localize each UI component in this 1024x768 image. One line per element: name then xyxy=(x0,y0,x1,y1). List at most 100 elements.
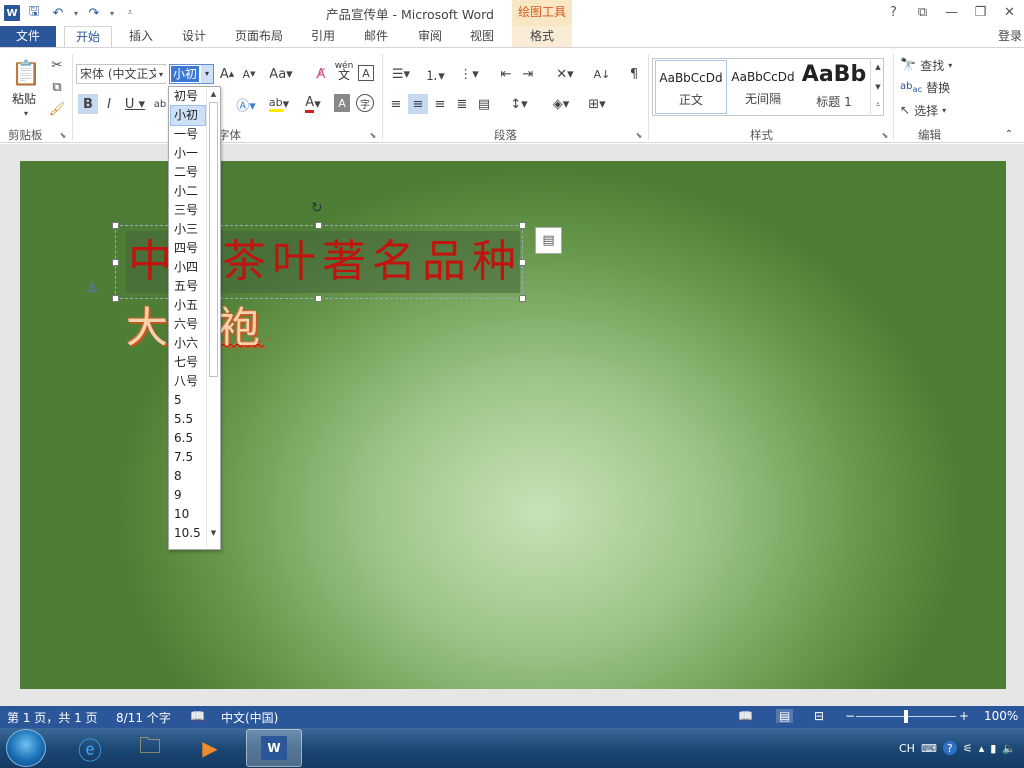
decrease-indent-icon[interactable]: ⇤ xyxy=(496,64,516,84)
font-size-option[interactable]: 二号 xyxy=(171,163,205,182)
read-mode-icon[interactable]: 📖 xyxy=(738,709,753,723)
styles-launcher-icon[interactable]: ⬊ xyxy=(880,130,890,140)
font-size-option[interactable]: 七号 xyxy=(171,353,205,372)
font-size-option-selected[interactable]: 小初 xyxy=(170,105,206,126)
bold-icon[interactable]: B xyxy=(78,94,98,114)
align-right-icon[interactable]: ≡ xyxy=(430,94,450,114)
find-button[interactable]: 🔭 查找 ▾ xyxy=(900,56,952,74)
underline-icon[interactable]: U ▾ xyxy=(122,94,148,114)
tab-design[interactable]: 设计 xyxy=(174,26,214,48)
sort-icon[interactable]: A↓ xyxy=(592,64,612,84)
print-layout-icon[interactable]: ▤ xyxy=(776,709,794,723)
strikethrough-icon[interactable]: ab xyxy=(152,94,168,114)
paste-button[interactable]: 粘贴 xyxy=(12,90,36,107)
style-normal[interactable]: AaBbCcDd 正文 xyxy=(655,60,727,114)
resize-handle-n[interactable] xyxy=(315,222,322,229)
increase-indent-icon[interactable]: ⇥ xyxy=(518,64,538,84)
dropdown-scrollbar[interactable]: ▲ ▼ xyxy=(206,88,219,548)
chinese-layout-icon[interactable]: ✕▾ xyxy=(550,64,580,84)
numbering-icon[interactable]: ⒈▾ xyxy=(420,64,450,84)
web-layout-icon[interactable]: ⊟ xyxy=(814,709,824,723)
proofing-icon[interactable]: 📖 xyxy=(190,709,205,723)
file-explorer-icon[interactable]: 🗀 xyxy=(122,729,178,767)
rotate-handle-icon[interactable]: ↻ xyxy=(311,200,323,216)
input-language[interactable]: CH xyxy=(899,742,915,755)
redo-dropdown-icon[interactable]: ▾ xyxy=(108,3,116,23)
internet-explorer-icon[interactable]: ⓔ xyxy=(62,729,118,767)
styles-up-icon[interactable]: ▲ xyxy=(872,60,884,74)
font-size-dropdown-icon[interactable]: ▾ xyxy=(201,65,213,83)
font-size-option[interactable]: 六号 xyxy=(171,315,205,334)
font-size-option[interactable]: 四号 xyxy=(171,239,205,258)
resize-handle-s[interactable] xyxy=(315,295,322,302)
paste-dropdown-icon[interactable]: ▾ xyxy=(20,108,32,118)
resize-handle-nw[interactable] xyxy=(112,222,119,229)
justify-icon[interactable]: ≣ xyxy=(452,94,472,114)
style-heading-1[interactable]: AaBb 标题 1 xyxy=(799,60,869,114)
word-app-icon[interactable]: W xyxy=(4,5,20,21)
login-link[interactable]: 登录 xyxy=(998,26,1022,46)
undo-icon[interactable]: ↶ xyxy=(48,3,68,23)
styles-down-icon[interactable]: ▼ xyxy=(872,80,884,94)
highlight-color-icon[interactable]: ab ▾ xyxy=(264,94,294,114)
clear-formatting-icon[interactable]: A̸ xyxy=(312,64,330,84)
tab-references[interactable]: 引用 xyxy=(304,26,342,48)
font-size-option[interactable]: 5.5 xyxy=(171,410,205,429)
tab-format[interactable]: 格式 xyxy=(512,26,572,48)
keyboard-icon[interactable]: ⌨ xyxy=(921,742,937,755)
paste-icon[interactable]: 📋 xyxy=(10,58,42,88)
font-size-option[interactable]: 三号 xyxy=(171,201,205,220)
undo-dropdown-icon[interactable]: ▾ xyxy=(72,3,80,23)
word-count[interactable]: 8/11 个字 xyxy=(116,709,171,726)
font-size-option[interactable]: 6.5 xyxy=(171,429,205,448)
font-size-option[interactable]: 小三 xyxy=(171,220,205,239)
restore-icon[interactable]: ❐ xyxy=(966,0,995,24)
font-launcher-icon[interactable]: ⬊ xyxy=(368,130,378,140)
tab-mailings[interactable]: 邮件 xyxy=(356,26,396,48)
zoom-slider-thumb[interactable] xyxy=(904,710,908,723)
save-icon[interactable]: 🖫 xyxy=(24,3,44,23)
character-shading-icon[interactable]: A xyxy=(334,94,350,112)
zoom-out-icon[interactable]: − xyxy=(845,709,855,723)
word-taskbar-icon[interactable]: W xyxy=(246,729,302,767)
font-size-option[interactable]: 小四 xyxy=(171,258,205,277)
paragraph-launcher-icon[interactable]: ⬊ xyxy=(634,130,644,140)
phonetic-guide-icon[interactable]: wén 文 xyxy=(334,62,354,84)
resize-handle-w[interactable] xyxy=(112,259,119,266)
font-color-icon[interactable]: A ▾ xyxy=(298,94,328,114)
font-size-option[interactable]: 10.5 xyxy=(171,524,205,543)
font-size-option[interactable]: 10 xyxy=(171,505,205,524)
line-spacing-icon[interactable]: ↕▾ xyxy=(504,94,534,114)
collapse-ribbon-icon[interactable]: ⌃ xyxy=(1002,128,1016,140)
align-center-icon[interactable]: ≡ xyxy=(408,94,428,114)
copy-icon[interactable]: ⧉ xyxy=(48,78,66,96)
scroll-down-icon[interactable]: ▼ xyxy=(208,527,219,539)
customize-qat-icon[interactable]: ⩡ xyxy=(120,3,140,23)
zoom-in-icon[interactable]: + xyxy=(959,709,969,723)
font-size-dropdown-list[interactable]: 初号 小初 一号 小一 二号 小二 三号 小三 四号 小四 五号 小五 六号 小… xyxy=(168,86,221,550)
show-hidden-icons-icon[interactable]: ▴ xyxy=(979,742,985,755)
tab-page-layout[interactable]: 页面布局 xyxy=(228,26,290,48)
font-size-option[interactable]: 小五 xyxy=(171,296,205,315)
font-size-option[interactable]: 小二 xyxy=(171,182,205,201)
text-effects-icon[interactable]: Ⓐ▾ xyxy=(232,94,260,114)
font-size-option[interactable]: 五号 xyxy=(171,277,205,296)
font-size-box[interactable]: 小初 ▾ xyxy=(169,64,214,84)
shrink-font-icon[interactable]: A ▼ xyxy=(240,64,258,84)
help-button[interactable]: ? xyxy=(879,0,908,24)
character-border-icon[interactable]: A xyxy=(358,65,374,81)
tab-file[interactable]: 文件 xyxy=(0,26,56,48)
language-indicator[interactable]: 中文(中国) xyxy=(221,709,278,726)
font-size-option[interactable]: 初号 xyxy=(171,87,205,106)
multilevel-list-icon[interactable]: ⋮▾ xyxy=(454,64,484,84)
font-size-option[interactable]: 小六 xyxy=(171,334,205,353)
replace-button[interactable]: abac 替换 xyxy=(900,78,950,96)
styles-scroll[interactable]: ▲ ▼ ⩡ xyxy=(870,58,884,116)
layout-options-icon[interactable]: ▤ xyxy=(535,227,562,254)
font-size-option[interactable]: 一号 xyxy=(171,125,205,144)
tab-insert[interactable]: 插入 xyxy=(122,26,160,48)
network-icon[interactable]: ▮ xyxy=(990,742,996,755)
close-icon[interactable]: ✕ xyxy=(995,0,1024,24)
scroll-thumb[interactable] xyxy=(209,102,218,377)
align-left-icon[interactable]: ≡ xyxy=(386,94,406,114)
